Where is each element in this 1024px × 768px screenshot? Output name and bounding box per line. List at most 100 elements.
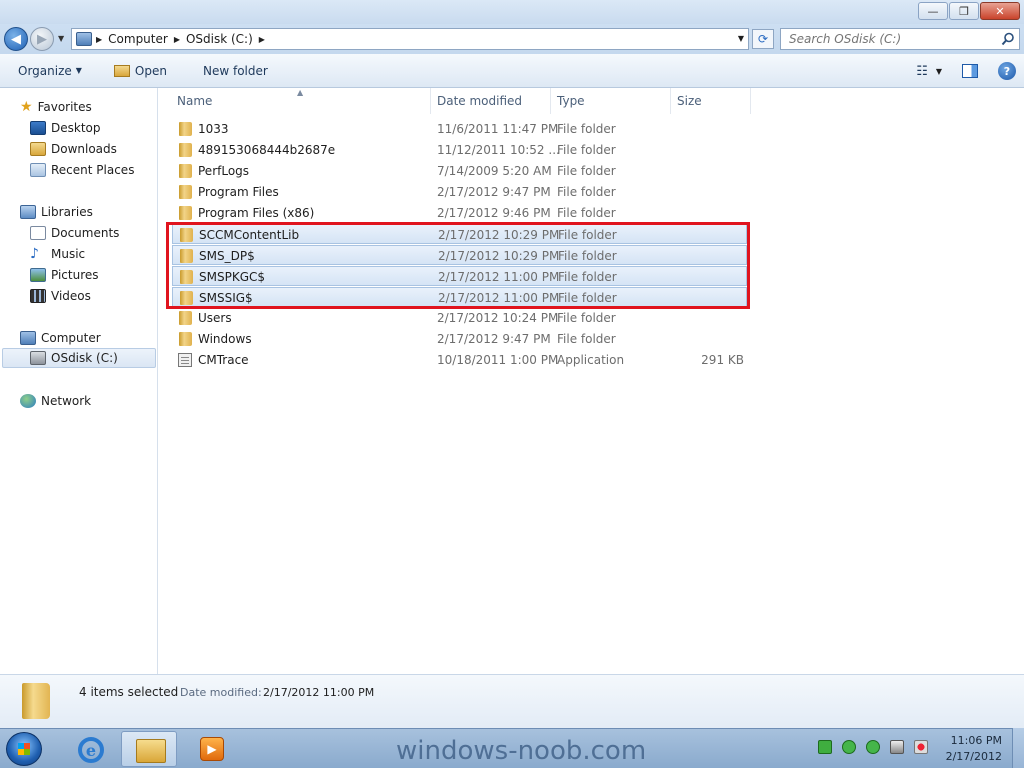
- address-history-dropdown[interactable]: ▼: [738, 34, 744, 43]
- tray-network-icon[interactable]: [890, 740, 904, 754]
- forward-button[interactable]: ▶: [30, 27, 54, 51]
- table-row[interactable]: PerfLogs 7/14/2009 5:20 AM File folder: [172, 161, 747, 181]
- show-desktop-button[interactable]: [1012, 728, 1024, 768]
- help-icon[interactable]: ?: [998, 62, 1016, 80]
- change-view-icon[interactable]: ☷: [916, 64, 928, 79]
- table-row[interactable]: Program Files 2/17/2012 9:47 PM File folde…: [172, 182, 747, 202]
- date-modified-value: 2/17/2012 11:00 PM: [263, 686, 375, 699]
- chevron-right-icon[interactable]: ▶: [174, 35, 180, 44]
- tray-volume-muted-icon[interactable]: [914, 740, 928, 754]
- recent-pages-dropdown[interactable]: ▼: [58, 34, 64, 43]
- navigation-pane: ★ Favorites Desktop Downloads Recent Pla…: [0, 88, 158, 674]
- minimize-button[interactable]: —: [918, 2, 948, 20]
- organize-button[interactable]: Organize ▼: [10, 64, 90, 78]
- drive-icon: [30, 351, 46, 365]
- folder-icon: [179, 164, 192, 178]
- column-header-name[interactable]: Name: [159, 88, 431, 114]
- nav-favorites[interactable]: ★ Favorites: [20, 97, 92, 117]
- breadcrumb-osdisk[interactable]: OSdisk (C:): [186, 32, 253, 46]
- nav-network-label: Network: [41, 394, 92, 408]
- videos-icon: [30, 289, 46, 303]
- refresh-button[interactable]: ⟳: [752, 29, 774, 49]
- nav-computer[interactable]: Computer: [20, 328, 101, 348]
- arrow-left-icon: ◀: [11, 31, 21, 47]
- tray-gear-icon[interactable]: [866, 740, 880, 754]
- clock-time: 11:06 PM: [950, 734, 1002, 747]
- application-icon: [178, 353, 192, 367]
- table-row[interactable]: Program Files (x86) 2/17/2012 9:46 PM File…: [172, 203, 747, 223]
- folder-icon: [179, 332, 192, 346]
- file-type: File folder: [557, 332, 616, 346]
- tray-plus-icon[interactable]: [818, 740, 832, 754]
- details-pane: 4 items selected Date modified: 2/17/201…: [0, 674, 1024, 728]
- watermark-text: windows-noob.com: [396, 736, 647, 766]
- file-name: 1033: [198, 122, 229, 136]
- address-bar[interactable]: ▶ Computer ▶ OSdisk (C:) ▶ ▼: [71, 28, 749, 50]
- file-date-modified: 2/17/2012 9:47 PM: [437, 332, 551, 346]
- file-type: Application: [557, 353, 625, 367]
- taskbar-media-player[interactable]: ▶: [182, 731, 238, 767]
- refresh-icon: ⟳: [757, 32, 769, 46]
- nav-music[interactable]: ♪ Music: [30, 244, 85, 264]
- tray-gear-icon[interactable]: [842, 740, 856, 754]
- nav-videos[interactable]: Videos: [30, 286, 91, 306]
- file-type: File folder: [557, 206, 616, 220]
- nav-music-label: Music: [51, 247, 86, 261]
- star-icon: ★: [20, 99, 33, 115]
- column-header-type[interactable]: Type: [551, 88, 671, 114]
- open-button[interactable]: Open: [106, 64, 175, 78]
- open-label: Open: [134, 63, 167, 78]
- nav-downloads[interactable]: Downloads: [30, 139, 117, 159]
- nav-recent-places[interactable]: Recent Places: [30, 160, 134, 180]
- taskbar-internet-explorer[interactable]: e: [64, 731, 120, 767]
- chevron-right-icon[interactable]: ▶: [96, 35, 102, 44]
- nav-network[interactable]: Network: [20, 391, 91, 411]
- new-folder-button[interactable]: New folder: [195, 64, 276, 78]
- back-button[interactable]: ◀: [4, 27, 28, 51]
- folder-icon: [179, 143, 192, 157]
- nav-documents[interactable]: Documents: [30, 223, 119, 243]
- system-tray: [818, 740, 938, 754]
- view-options-dropdown[interactable]: ▼: [936, 67, 942, 76]
- column-header-size[interactable]: Size: [671, 88, 751, 114]
- start-button[interactable]: [6, 732, 42, 766]
- folder-icon: [179, 206, 192, 220]
- table-row[interactable]: 489153068444b2687e 11/12/2011 10:52 ... Fi…: [172, 140, 747, 160]
- nav-computer-label: Computer: [41, 331, 101, 345]
- file-name: Windows: [198, 332, 252, 346]
- chevron-right-icon[interactable]: ▶: [259, 35, 265, 44]
- search-icon[interactable]: [1001, 32, 1015, 46]
- pictures-icon: [30, 268, 46, 282]
- nav-recent-places-label: Recent Places: [51, 163, 135, 177]
- nav-libraries-label: Libraries: [41, 205, 93, 219]
- table-row[interactable]: 1033 11/6/2011 11:47 PM File folder: [172, 119, 747, 139]
- breadcrumb-computer[interactable]: Computer: [108, 32, 168, 46]
- taskbar-windows-explorer[interactable]: [121, 731, 177, 767]
- clock[interactable]: 11:06 PM 2/17/2012: [940, 733, 1002, 765]
- nav-pictures-label: Pictures: [51, 268, 99, 282]
- recent-places-icon: [30, 163, 46, 177]
- maximize-button[interactable]: ❐: [949, 2, 979, 20]
- file-size: 291 KB: [701, 353, 744, 367]
- downloads-icon: [30, 142, 46, 156]
- file-date-modified: 10/18/2011 1:00 PM: [437, 353, 559, 367]
- file-list: Name ▲ Date modified Type Size 1033 11/6/…: [159, 88, 1024, 674]
- nav-pictures[interactable]: Pictures: [30, 265, 99, 285]
- preview-pane-icon[interactable]: [962, 64, 978, 78]
- search-box: [780, 28, 1020, 50]
- table-row[interactable]: Windows 2/17/2012 9:47 PM File folder: [172, 329, 747, 349]
- libraries-icon: [20, 205, 36, 219]
- nav-desktop-label: Desktop: [51, 121, 101, 135]
- table-row[interactable]: Users 2/17/2012 10:24 PM File folder: [172, 308, 747, 328]
- nav-osdisk[interactable]: OSdisk (C:): [2, 348, 156, 368]
- column-header-date[interactable]: Date modified: [431, 88, 551, 114]
- computer-icon: [76, 32, 92, 46]
- table-row[interactable]: CMTrace 10/18/2011 1:00 PM Application 291 …: [172, 350, 747, 370]
- sort-ascending-icon: ▲: [297, 88, 304, 97]
- search-input[interactable]: [789, 32, 989, 46]
- close-button[interactable]: ✕: [980, 2, 1020, 20]
- file-type: File folder: [557, 311, 616, 325]
- nav-libraries[interactable]: Libraries: [20, 202, 93, 222]
- organize-label: Organize: [18, 63, 72, 78]
- nav-desktop[interactable]: Desktop: [30, 118, 101, 138]
